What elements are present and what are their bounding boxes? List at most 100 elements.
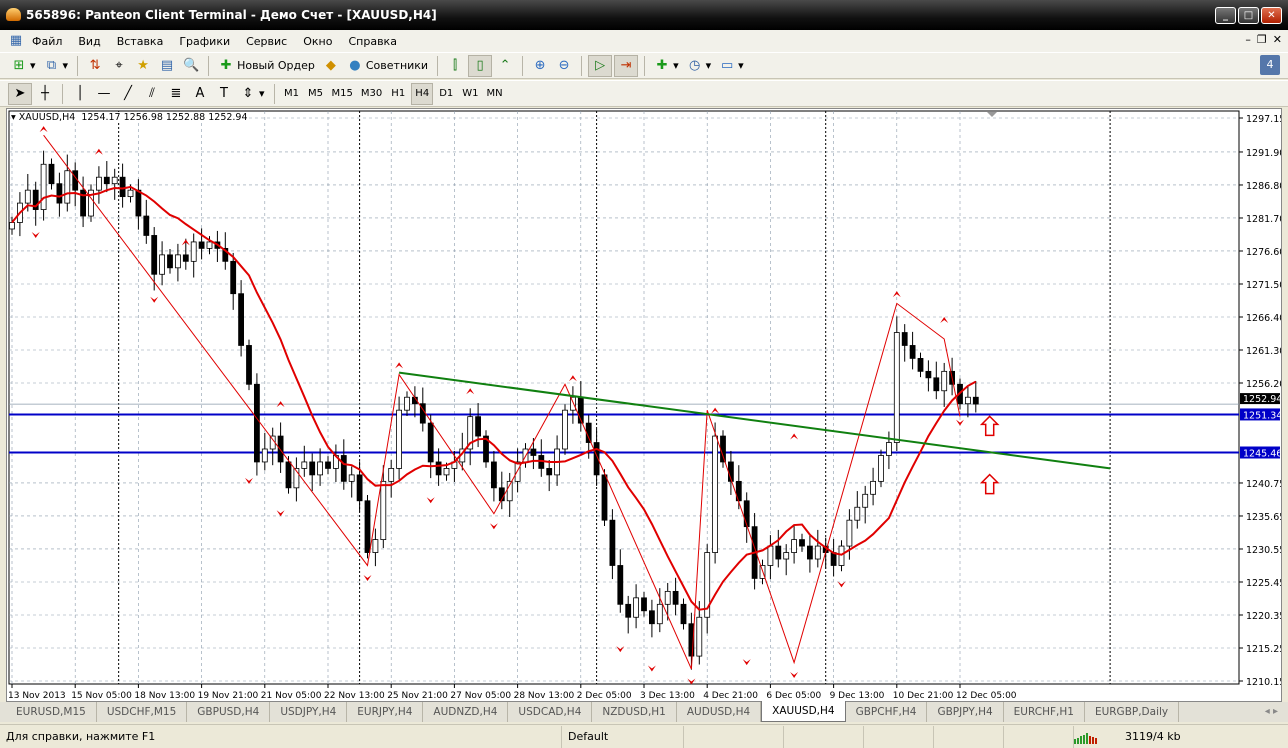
- channel-button[interactable]: ⫽: [141, 83, 163, 105]
- candle-body: [870, 480, 876, 495]
- time-label: 10 Dec 21:00: [893, 691, 954, 701]
- chart-tab[interactable]: EURUSD,M15: [6, 702, 97, 722]
- candle-body: [712, 435, 718, 553]
- template-icon: ▭: [720, 57, 734, 73]
- mailbox-icon[interactable]: 4: [1260, 55, 1280, 75]
- timeframe-h1[interactable]: H1: [387, 83, 409, 105]
- candle-body: [159, 254, 166, 275]
- minimize-button[interactable]: _: [1215, 7, 1236, 24]
- chart-tab[interactable]: GBPJPY,H4: [927, 702, 1004, 722]
- time-label: 3 Dec 13:00: [640, 691, 695, 701]
- new-chart-button[interactable]: ⊞ ▾: [8, 55, 39, 77]
- templates-button[interactable]: ▭ ▾: [716, 55, 747, 77]
- menu-view[interactable]: Вид: [70, 35, 108, 48]
- periods-button[interactable]: ◷ ▾: [684, 55, 715, 77]
- mdi-minimize-button[interactable]: –: [1245, 33, 1251, 46]
- chart-tab[interactable]: EURJPY,H4: [347, 702, 424, 722]
- chart-tab[interactable]: USDCAD,H4: [508, 702, 593, 722]
- timeframe-d1[interactable]: D1: [435, 83, 457, 105]
- candle-body: [633, 597, 639, 618]
- navigator-button[interactable]: ★: [132, 55, 154, 77]
- market-watch-button[interactable]: ⇅: [84, 55, 106, 77]
- new-order-button[interactable]: ✚ Новый Ордер: [215, 55, 318, 77]
- menu-window[interactable]: Окно: [295, 35, 340, 48]
- time-label: 28 Nov 13:00: [514, 691, 575, 701]
- candle-body: [388, 468, 395, 482]
- chart-tab[interactable]: GBPUSD,H4: [187, 702, 271, 722]
- terminal-button[interactable]: ▤: [156, 55, 178, 77]
- horizontal-line-button[interactable]: —: [93, 83, 115, 105]
- chart-tab[interactable]: AUDUSD,H4: [677, 702, 762, 722]
- window-title: 565896: Panteon Client Terminal - Демо С…: [26, 8, 437, 22]
- trendline-button[interactable]: ╱: [117, 83, 139, 105]
- candle-body: [103, 176, 110, 185]
- price-label: 1291.90: [1246, 148, 1281, 159]
- menu-tools[interactable]: Сервис: [238, 35, 295, 48]
- data-window-button[interactable]: ⌖: [108, 55, 130, 77]
- chart-tab[interactable]: GBPCHF,H4: [846, 702, 928, 722]
- crosshair-button[interactable]: ┼: [34, 83, 56, 105]
- candle-chart-button[interactable]: ▯: [468, 54, 493, 77]
- alert-button[interactable]: ◆: [320, 55, 342, 77]
- line-chart-button[interactable]: ⌃: [494, 55, 516, 77]
- chart-tab[interactable]: USDCHF,M15: [97, 702, 188, 722]
- candle-body: [48, 163, 55, 185]
- chart-tab[interactable]: USDJPY,H4: [270, 702, 348, 722]
- chart-shift-button[interactable]: ⇥: [614, 54, 639, 77]
- chart-tab[interactable]: EURCHF,H1: [1004, 702, 1085, 722]
- chart-ohlc: 1254.17 1256.98 1252.88 1252.94: [81, 112, 248, 123]
- timeframe-m15[interactable]: M15: [329, 83, 356, 105]
- timeframe-mn[interactable]: MN: [484, 83, 506, 105]
- title-bar: 565896: Panteon Client Terminal - Демо С…: [0, 0, 1288, 30]
- tab-scroll-arrows[interactable]: ◂ ▸: [1265, 706, 1278, 717]
- profiles-button[interactable]: ⧉ ▾: [41, 55, 72, 77]
- text-label-button[interactable]: T: [213, 83, 235, 105]
- tester-button[interactable]: 🔍: [180, 55, 202, 77]
- zoom-in-button[interactable]: ⊕: [529, 55, 551, 77]
- mdi-restore-button[interactable]: ❐: [1257, 33, 1267, 46]
- time-label: 4 Dec 21:00: [703, 691, 758, 701]
- chart-window[interactable]: 1297.15 1291.90 1286.80 1281.70 1276.60 1271.…: [6, 108, 1282, 702]
- timeframe-m1[interactable]: M1: [281, 83, 303, 105]
- candle-body: [696, 616, 703, 657]
- candle-body: [119, 176, 126, 198]
- candle-body: [261, 448, 268, 463]
- menu-charts[interactable]: Графики: [171, 35, 238, 48]
- menu-file[interactable]: Файл: [24, 35, 70, 48]
- timeframe-h4[interactable]: H4: [411, 82, 434, 105]
- candle-body: [649, 610, 655, 625]
- timeframe-w1[interactable]: W1: [459, 83, 481, 105]
- autoscroll-button[interactable]: ▷: [588, 54, 613, 77]
- mdi-close-button[interactable]: ✕: [1273, 33, 1282, 46]
- candle-body: [427, 422, 434, 463]
- indicators-button[interactable]: ✚ ▾: [651, 55, 682, 77]
- menu-insert[interactable]: Вставка: [109, 35, 172, 48]
- chart-tab[interactable]: AUDNZD,H4: [423, 702, 509, 722]
- fibo-button[interactable]: ≣: [165, 83, 187, 105]
- chart-tab[interactable]: EURGBP,Daily: [1085, 702, 1180, 722]
- time-label: 18 Nov 13:00: [134, 691, 195, 701]
- time-label: 6 Dec 05:00: [766, 691, 821, 701]
- vertical-line-button[interactable]: │: [69, 83, 91, 105]
- bar-chart-button[interactable]: ⫿: [444, 55, 466, 77]
- zoom-out-button[interactable]: ⊖: [553, 55, 575, 77]
- candle-body: [617, 565, 624, 605]
- chart-tab[interactable]: NZDUSD,H1: [592, 702, 677, 722]
- arrows-button[interactable]: ⇕ ▾: [237, 83, 268, 105]
- text-button[interactable]: A: [189, 83, 211, 105]
- timeframe-m5[interactable]: M5: [305, 83, 327, 105]
- chart-tab[interactable]: XAUUSD,H4: [761, 701, 846, 722]
- candle-body: [625, 603, 632, 618]
- experts-button[interactable]: ● Советники: [344, 55, 431, 77]
- price-chart[interactable]: 1297.15 1291.90 1286.80 1281.70 1276.60 1271.…: [7, 109, 1281, 701]
- menu-help[interactable]: Справка: [340, 35, 404, 48]
- maximize-button[interactable]: □: [1238, 7, 1259, 24]
- fibonacci-icon: ≣: [170, 85, 182, 101]
- time-label: 15 Nov 05:00: [71, 691, 132, 701]
- cursor-button[interactable]: ➤: [8, 82, 32, 105]
- close-button[interactable]: ✕: [1261, 7, 1282, 24]
- candle-body: [356, 474, 363, 502]
- candle-body: [854, 506, 861, 521]
- timeframe-m30[interactable]: M30: [358, 83, 385, 105]
- time-label: 19 Nov 21:00: [198, 691, 259, 701]
